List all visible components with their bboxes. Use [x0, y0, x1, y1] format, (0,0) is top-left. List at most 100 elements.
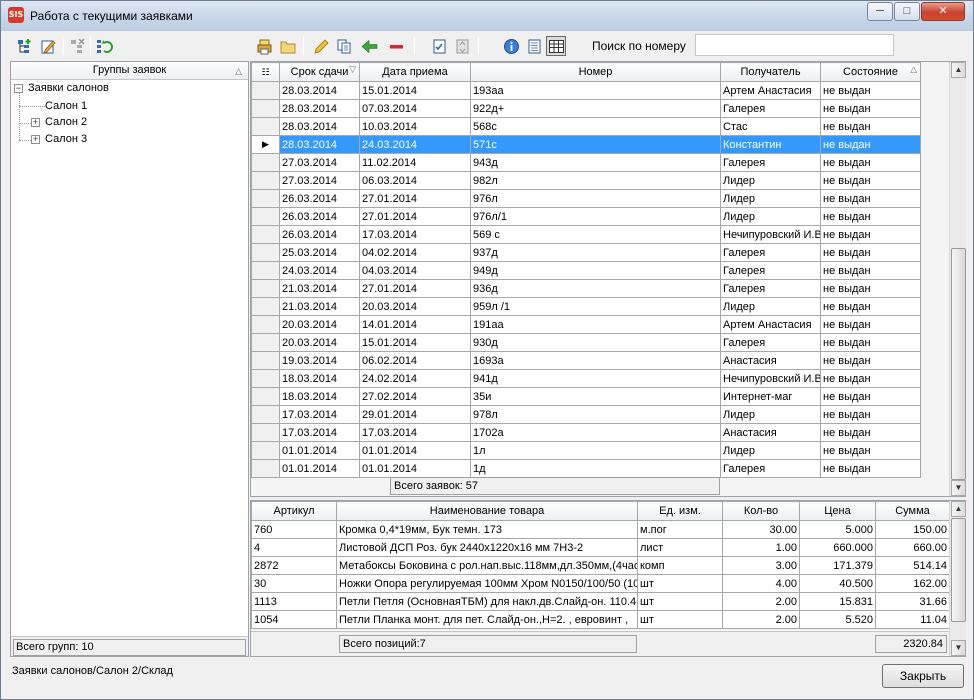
row-selector[interactable]	[251, 279, 280, 298]
column-header[interactable]: Номер	[470, 62, 721, 82]
table-row[interactable]: 18.03.2014 27.02.2014 35и Интернет-маг не вы…	[251, 387, 921, 406]
row-selector[interactable]	[251, 423, 280, 442]
row-selector[interactable]	[251, 207, 280, 226]
table-row[interactable]: 26.03.2014 17.03.2014 569 с Нечипуровский И…	[251, 225, 921, 244]
back-arrow-icon[interactable]	[359, 36, 379, 56]
row-selector[interactable]	[251, 117, 280, 136]
table-row[interactable]: 28.03.2014 10.03.2014 568с Стас не выдан	[251, 117, 921, 136]
column-header[interactable]: Дата приема	[359, 62, 471, 82]
row-selector-header[interactable]: ☷	[251, 62, 280, 82]
row-selector[interactable]	[251, 387, 280, 406]
remove-icon[interactable]	[386, 36, 406, 56]
archive-icon[interactable]	[452, 36, 472, 56]
scroll-down-icon[interactable]: ▼	[951, 480, 966, 496]
table-row[interactable]: 19.03.2014 06.02.2014 1693а Анастасия не выд…	[251, 351, 921, 370]
column-header[interactable]: Ед. изм.	[637, 501, 723, 521]
print-icon[interactable]	[255, 36, 275, 56]
table-row[interactable]: 01.01.2014 01.01.2014 1д Галерея не выдан	[251, 459, 921, 478]
row-selector[interactable]	[251, 405, 280, 424]
column-header[interactable]: Срок сдачи ▽	[279, 62, 360, 82]
column-header[interactable]: Наименование товара	[336, 501, 638, 521]
column-header[interactable]: Артикул	[251, 501, 337, 521]
search-number-input[interactable]	[695, 34, 894, 56]
orders-scrollbar[interactable]: ▲ ▼	[949, 62, 966, 496]
edit-group-icon[interactable]	[38, 36, 58, 56]
table-row[interactable]: 20.03.2014 14.01.2014 191аа Артем Анастасия…	[251, 315, 921, 334]
info-icon[interactable]	[501, 36, 521, 56]
row-selector[interactable]	[251, 225, 280, 244]
scroll-up-icon[interactable]: ▲	[951, 501, 966, 517]
table-row[interactable]: 2872 Метабоксы Боковина с рол.нап.выс.118…	[251, 556, 950, 575]
table-row[interactable]: 26.03.2014 27.01.2014 976л/1 Лидер не выдан	[251, 207, 921, 226]
row-selector[interactable]	[251, 153, 280, 172]
row-selector[interactable]	[251, 81, 280, 100]
row-selector[interactable]	[251, 243, 280, 262]
table-row[interactable]: 28.03.2014 07.03.2014 922д+ Галерея не выдан	[251, 99, 921, 118]
document-list-icon[interactable]	[524, 36, 544, 56]
current-row-marker-icon[interactable]: ▶	[251, 135, 280, 154]
table-cell: Анастасия	[720, 351, 821, 370]
scroll-down-icon[interactable]: ▼	[951, 640, 966, 656]
row-selector[interactable]	[251, 351, 280, 370]
scroll-thumb[interactable]	[951, 248, 966, 480]
table-row[interactable]: 17.03.2014 29.01.2014 978л Лидер не выдан	[251, 405, 921, 424]
table-row[interactable]: 27.03.2014 06.03.2014 982л Лидер не выдан	[251, 171, 921, 190]
open-folder-icon[interactable]	[278, 36, 298, 56]
table-row[interactable]: 24.03.2014 04.03.2014 949д Галерея не выдан	[251, 261, 921, 280]
tree-root-node[interactable]: Заявки салонов	[28, 80, 109, 96]
add-group-icon[interactable]	[14, 36, 34, 56]
table-row[interactable]: 4 Листовой ДСП Роз. бук 2440x1220x16 мм 7…	[251, 538, 950, 557]
row-selector[interactable]	[251, 99, 280, 118]
column-header[interactable]: Получатель	[720, 62, 821, 82]
tree-node-salon-3[interactable]: Салон 3	[45, 131, 87, 147]
row-selector[interactable]	[251, 369, 280, 388]
tree-node-salon-1[interactable]: Салон 1	[45, 98, 87, 114]
pencil-icon[interactable]	[311, 36, 331, 56]
table-row[interactable]: 20.03.2014 15.01.2014 930д Галерея не выдан	[251, 333, 921, 352]
minimize-button[interactable]: ─	[867, 2, 893, 21]
row-selector[interactable]	[251, 261, 280, 280]
scroll-up-icon[interactable]: ▲	[951, 62, 966, 78]
close-button[interactable]: Закрыть	[882, 664, 964, 688]
table-row[interactable]: 1113 Петли Петля (ОсновнаяТБМ) для накл.д…	[251, 592, 950, 611]
table-row[interactable]: 21.03.2014 27.01.2014 936д Галерея не выдан	[251, 279, 921, 298]
checklist-icon[interactable]	[429, 36, 449, 56]
close-window-button[interactable]: ✕	[921, 2, 965, 21]
table-row[interactable]: 25.03.2014 04.02.2014 937д Галерея не выдан	[251, 243, 921, 262]
column-header[interactable]: Состояние △	[820, 62, 921, 82]
table-row[interactable]: 27.03.2014 11.02.2014 943д Галерея не выдан	[251, 153, 921, 172]
table-row[interactable]: 28.03.2014 15.01.2014 193аа Артем Анастасия…	[251, 81, 921, 100]
row-selector[interactable]	[251, 459, 280, 478]
column-header[interactable]: Кол-во	[722, 501, 800, 521]
row-selector[interactable]	[251, 297, 280, 316]
row-selector[interactable]	[251, 333, 280, 352]
grid-view-icon[interactable]	[546, 36, 566, 56]
copy-icon[interactable]	[334, 36, 354, 56]
row-selector[interactable]	[251, 171, 280, 190]
tree-expand-icon[interactable]: +	[31, 135, 40, 144]
tree-collapse-icon[interactable]: −	[14, 84, 23, 93]
table-row[interactable]: 760 Кромка 0,4*19мм, Бук темн. 173 м.пог 30…	[251, 520, 950, 539]
scroll-thumb[interactable]	[951, 518, 966, 622]
items-scrollbar[interactable]: ▲ ▼	[949, 501, 966, 656]
table-row[interactable]: 17.03.2014 17.03.2014 1702а Анастасия не выд…	[251, 423, 921, 442]
table-row[interactable]: ▶ 28.03.2014 24.03.2014 571с Константин не вы…	[251, 135, 921, 154]
column-header[interactable]: Сумма	[875, 501, 950, 521]
maximize-button[interactable]: □	[894, 2, 920, 21]
row-selector[interactable]	[251, 441, 280, 460]
table-row[interactable]: 26.03.2014 27.01.2014 976л Лидер не выдан	[251, 189, 921, 208]
groups-header[interactable]: Группы заявок △	[11, 62, 248, 80]
refresh-tree-icon[interactable]	[94, 36, 114, 56]
table-row[interactable]: 01.01.2014 01.01.2014 1л Лидер не выдан	[251, 441, 921, 460]
column-header[interactable]: Цена	[799, 501, 876, 521]
tree-expand-icon[interactable]: +	[31, 118, 40, 127]
table-row[interactable]: 21.03.2014 20.03.2014 959л /1 Лидер не выдан	[251, 297, 921, 316]
table-row[interactable]: 1054 Петли Планка монт. для пет. Слайд-он…	[251, 610, 950, 629]
table-cell: 20.03.2014	[279, 333, 360, 352]
row-selector[interactable]	[251, 315, 280, 334]
table-row[interactable]: 30 Ножки Опора регулируемая 100мм Хром N0…	[251, 574, 950, 593]
tree-node-salon-2[interactable]: Салон 2	[45, 114, 87, 130]
row-selector[interactable]	[251, 189, 280, 208]
table-row[interactable]: 18.03.2014 24.02.2014 941д Нечипуровский И.…	[251, 369, 921, 388]
delete-group-icon[interactable]	[67, 36, 87, 56]
